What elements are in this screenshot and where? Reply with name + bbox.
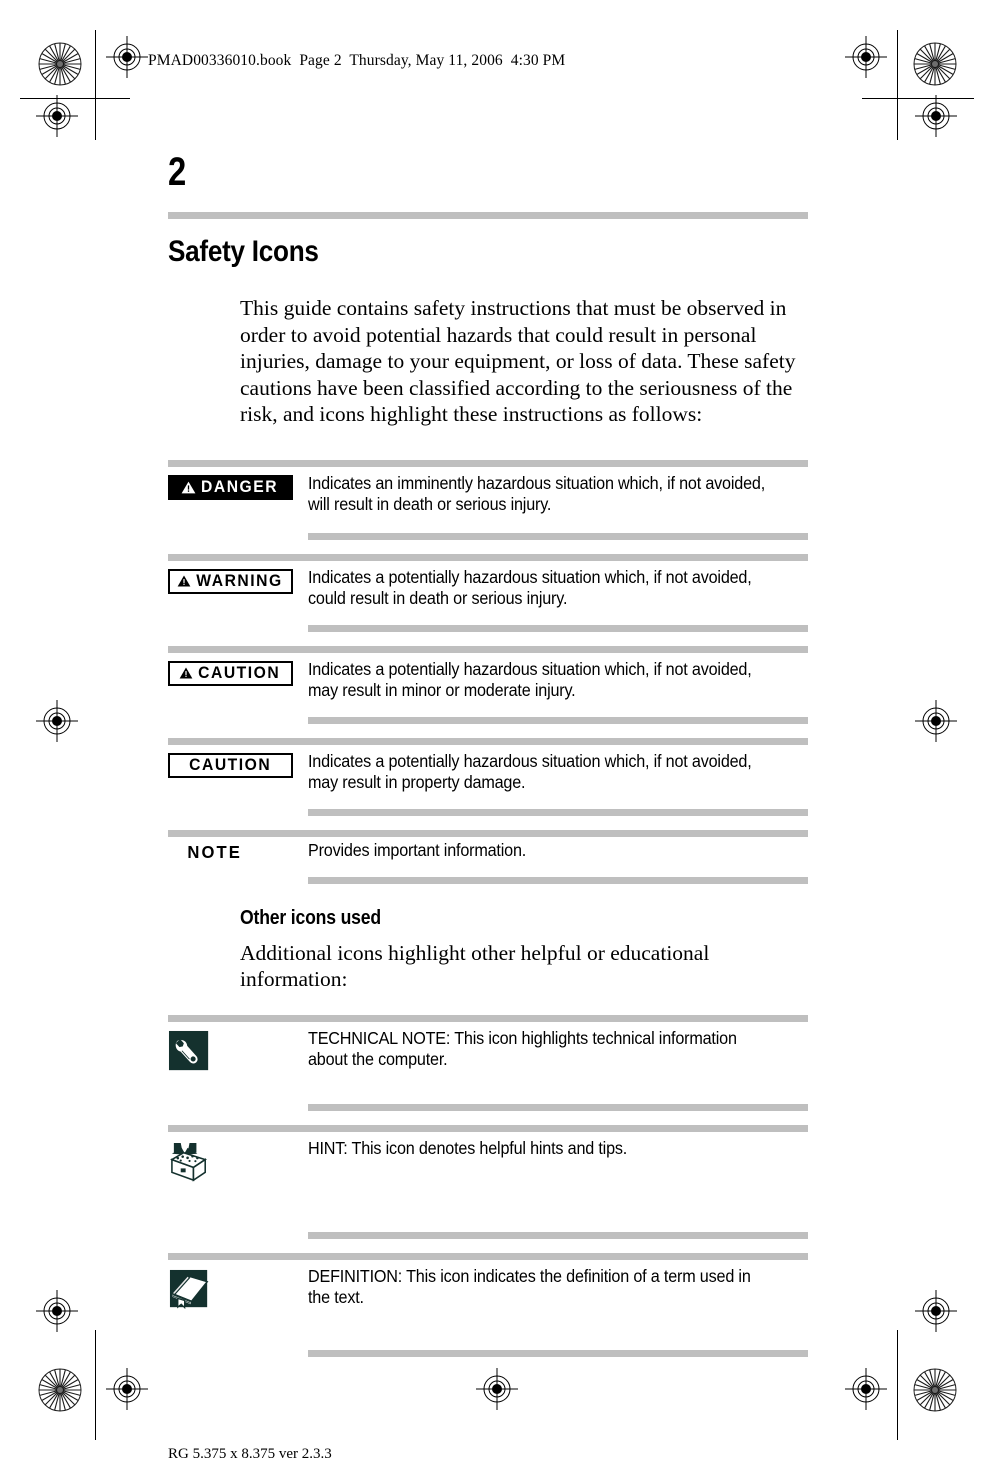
safety-description: Indicates a potentially hazardous situat… — [308, 658, 752, 700]
icon-cell — [168, 1132, 308, 1187]
row-rule-bottom — [308, 876, 808, 884]
page-footer: RG 5.375 x 8.375 ver 2.3.3 — [168, 1446, 332, 1462]
warning-badge: WARNING — [168, 568, 293, 594]
warning-badge-label: WARNING — [195, 571, 283, 590]
safety-label-cell: CAUTION — [168, 653, 308, 686]
book-file-header: PMAD00336010.book Page 2 Thursday, May 1… — [148, 52, 566, 69]
intro-paragraph: This guide contains safety instructions … — [240, 296, 796, 426]
safety-label-cell: WARNING — [168, 561, 308, 594]
page-number: 2 — [168, 150, 186, 194]
row-rule-bottom — [308, 808, 808, 816]
safety-icons-list: DANGER Indicates an imminently hazardous… — [168, 459, 808, 884]
icon-description: DEFINITION: This icon indicates the defi… — [308, 1265, 751, 1307]
page-title: Safety Icons — [168, 235, 319, 268]
icon-row-technical-note: TECHNICAL NOTE: This icon highlights tec… — [168, 1022, 808, 1094]
row-rule-top — [168, 1124, 808, 1132]
book-icon — [169, 1269, 209, 1309]
page-content: 2 Safety Icons This guide contains safet… — [168, 150, 808, 1357]
safety-row-danger: DANGER Indicates an imminently hazardous… — [168, 467, 808, 515]
subsection-title: Other icons used — [240, 906, 381, 929]
row-rule-top — [168, 829, 808, 837]
safety-label-cell: DANGER — [168, 467, 308, 500]
row-rule-top — [168, 553, 808, 561]
caution-plain-badge-label: CAUTION — [189, 755, 272, 774]
row-rule-top — [168, 737, 808, 745]
row-rule-bottom — [308, 1349, 808, 1357]
note-badge: NOTE — [168, 841, 293, 866]
row-rule-top — [168, 1014, 808, 1022]
danger-badge: DANGER — [168, 474, 293, 500]
warning-triangle-icon — [177, 575, 190, 587]
icon-row-definition: DEFINITION: This icon indicates the defi… — [168, 1260, 808, 1332]
icon-row-hint: HINT: This icon denotes helpful hints an… — [168, 1132, 808, 1204]
safety-description: Provides important information. — [308, 839, 527, 860]
caution-badge: CAUTION — [168, 660, 293, 686]
safety-description: Indicates a potentially hazardous situat… — [308, 566, 752, 608]
warning-triangle-icon — [179, 667, 193, 679]
safety-row-caution-injury: CAUTION Indicates a potentially hazardou… — [168, 653, 808, 701]
row-rule-bottom — [308, 532, 808, 540]
subsection-paragraph: Additional icons highlight other helpful… — [240, 940, 710, 992]
icon-description: HINT: This icon denotes helpful hints an… — [308, 1137, 628, 1158]
wrench-icon — [168, 1030, 209, 1070]
warning-triangle-icon — [181, 481, 196, 493]
title-rule — [168, 212, 808, 219]
danger-badge-label: DANGER — [200, 477, 279, 496]
safety-description: Indicates a potentially hazardous situat… — [308, 750, 752, 792]
note-badge-label: NOTE — [187, 842, 242, 863]
document-page: PMAD00336010.book Page 2 Thursday, May 1… — [0, 0, 993, 1472]
safety-label-cell: CAUTION — [168, 745, 308, 778]
icon-cell — [168, 1022, 308, 1077]
row-rule-top — [168, 645, 808, 653]
row-rule-bottom — [308, 1231, 808, 1239]
other-icons-list: TECHNICAL NOTE: This icon highlights tec… — [168, 1014, 808, 1357]
row-rule-top — [168, 1252, 808, 1260]
safety-description: Indicates an imminently hazardous situat… — [308, 472, 766, 514]
caution-plain-badge: CAUTION — [168, 752, 293, 778]
safety-row-caution-property: CAUTION Indicates a potentially hazardou… — [168, 745, 808, 793]
caution-badge-label: CAUTION — [197, 663, 281, 682]
icon-description: TECHNICAL NOTE: This icon highlights tec… — [308, 1027, 737, 1069]
row-rule-top — [168, 459, 808, 467]
row-rule-bottom — [308, 716, 808, 724]
icon-cell — [168, 1260, 308, 1315]
safety-label-cell: NOTE — [168, 837, 308, 866]
row-rule-bottom — [308, 1103, 808, 1111]
safety-row-note: NOTE Provides important information. — [168, 837, 808, 871]
treasure-chest-icon — [170, 1142, 207, 1182]
row-rule-bottom — [308, 624, 808, 632]
safety-row-warning: WARNING Indicates a potentially hazardou… — [168, 561, 808, 609]
